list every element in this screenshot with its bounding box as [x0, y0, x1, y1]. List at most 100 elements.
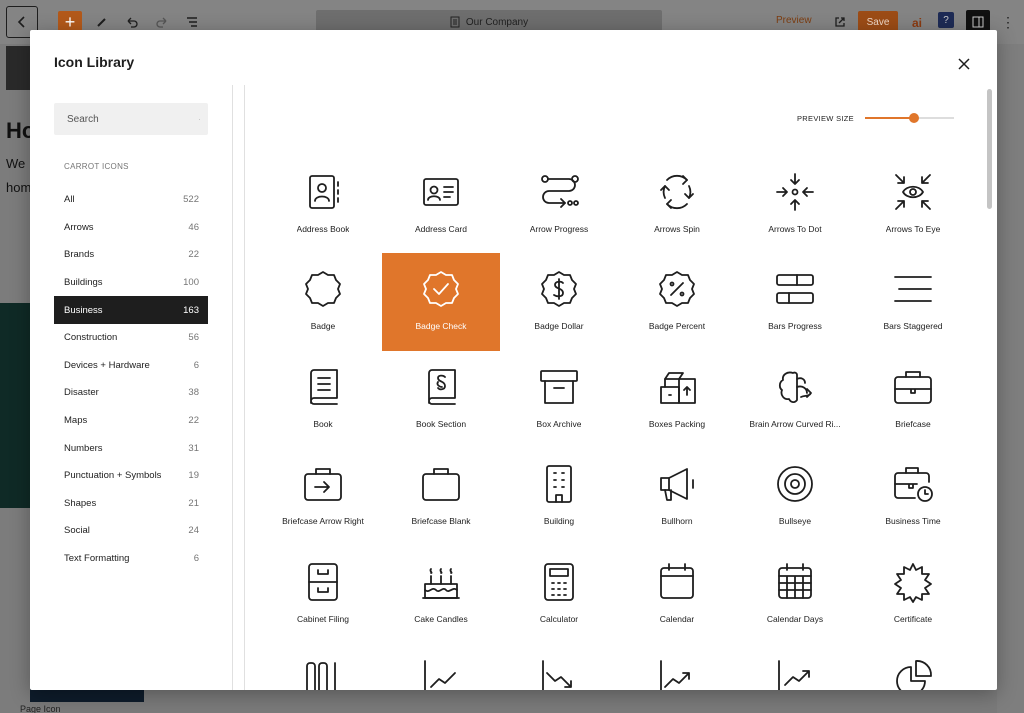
book-icon	[310, 368, 338, 405]
icon-tile-badge-percent[interactable]: Badge Percent	[618, 253, 736, 350]
icon-tile-bullseye[interactable]: Bullseye	[736, 448, 854, 545]
category-item-disaster[interactable]: Disaster 38	[54, 379, 208, 407]
editor-settings-panel	[997, 44, 1024, 713]
bullseye-icon	[777, 466, 813, 503]
category-item-numbers[interactable]: Numbers 31	[54, 434, 208, 462]
icon-label: Badge Check	[415, 321, 467, 332]
icon-label: Badge Percent	[648, 321, 706, 332]
icon-label: Bars Staggered	[883, 321, 943, 332]
breadcrumb: Page Icon	[20, 704, 61, 713]
icon-tile-arrow-progress[interactable]: Arrow Progress	[500, 156, 618, 253]
icon-label: Calendar	[659, 613, 695, 624]
badge-dollar-icon	[541, 271, 577, 308]
icon-tile-badge-dollar[interactable]: Badge Dollar	[500, 253, 618, 350]
arrows-to-dot-icon	[776, 173, 814, 211]
icon-tile-briefcase[interactable]: Briefcase	[854, 351, 972, 448]
category-item-all[interactable]: All 522	[54, 186, 208, 214]
icon-tile-calendar[interactable]: Calendar	[618, 546, 736, 643]
category-item-buildings[interactable]: Buildings 100	[54, 269, 208, 297]
canvas-image	[6, 46, 30, 90]
icon-label: Bullseye	[778, 516, 812, 527]
search-icon[interactable]	[199, 113, 200, 126]
edit-tool-button[interactable]	[92, 12, 112, 32]
category-item-devices-hardware[interactable]: Devices + Hardware 6	[54, 352, 208, 380]
icon-tile-business-time[interactable]: Business Time	[854, 448, 972, 545]
grid-scrollbar[interactable]	[983, 85, 997, 690]
search-field[interactable]	[54, 103, 208, 135]
close-button[interactable]	[954, 54, 974, 74]
view-external-button[interactable]	[830, 12, 850, 32]
icon-tile-cabinet-filing[interactable]: Cabinet Filing	[264, 546, 382, 643]
icon-label: Arrows Spin	[654, 224, 700, 234]
category-item-shapes[interactable]: Shapes 21	[54, 490, 208, 518]
redo-button[interactable]	[152, 12, 172, 32]
category-label: Devices + Hardware	[64, 359, 150, 371]
category-item-social[interactable]: Social 24	[54, 517, 208, 545]
icon-tile-briefcase-arrow-right[interactable]: Briefcase Arrow Right	[264, 448, 382, 545]
category-item-text-formatting[interactable]: Text Formatting 6	[54, 545, 208, 573]
icon-library-modal: Icon Library CARROT ICONS All 522 Arrows 46…	[30, 30, 997, 690]
icon-tile-badge-check[interactable]: Badge Check	[382, 253, 500, 351]
building-icon	[546, 465, 572, 504]
category-label: Punctuation + Symbols	[64, 470, 162, 482]
icon-tile-book[interactable]: Book	[264, 351, 382, 448]
category-item-maps[interactable]: Maps 22	[54, 407, 208, 435]
box-archive-icon	[540, 369, 578, 404]
icon-tile-arrows-to-dot[interactable]: Arrows To Dot	[736, 156, 854, 253]
icon-tile-calendar-days[interactable]: Calendar Days	[736, 546, 854, 643]
icon-tile-address-book[interactable]: Address Book	[264, 156, 382, 253]
undo-icon	[127, 17, 138, 28]
preview-size-slider[interactable]	[865, 113, 954, 123]
icon-tile-briefcase-blank[interactable]: Briefcase Blank	[382, 448, 500, 545]
icon-tile-bars-staggered[interactable]: Bars Staggered	[854, 253, 972, 350]
bars-progress-icon	[776, 274, 814, 305]
icon-tile-cake-candles[interactable]: Cake Candles	[382, 546, 500, 643]
canvas-dark-section	[0, 303, 30, 508]
chart-columns-icon	[306, 662, 336, 690]
category-item-punctuation-symbols[interactable]: Punctuation + Symbols 19	[54, 462, 208, 490]
category-item-arrows[interactable]: Arrows 46	[54, 214, 208, 242]
icon-tile-boxes-packing[interactable]: Boxes Packing	[618, 351, 736, 448]
cabinet-filing-icon	[308, 562, 338, 601]
canvas-text-2: hom	[6, 180, 32, 195]
scrollbar-thumb[interactable]	[987, 89, 992, 209]
slider-thumb[interactable]	[908, 113, 919, 123]
icon-label: Address Card	[415, 224, 467, 234]
category-label: Maps	[64, 415, 88, 427]
preview-link[interactable]: Preview	[776, 15, 812, 26]
undo-button[interactable]	[122, 12, 142, 32]
help-button[interactable]: ?	[938, 12, 954, 28]
category-item-business[interactable]: Business 163	[54, 296, 208, 324]
more-options-button[interactable]: ⋮	[1000, 12, 1016, 32]
chart-line-up-icon	[660, 660, 690, 690]
icon-tile-chart-mixed-up[interactable]	[736, 643, 854, 690]
icon-tile-box-archive[interactable]: Box Archive	[500, 351, 618, 448]
icon-tile-chart-columns[interactable]	[264, 643, 382, 690]
icon-tile-address-card[interactable]: Address Card	[382, 156, 500, 253]
briefcase-icon	[894, 370, 932, 404]
icon-tile-book-section[interactable]: Book Section	[382, 351, 500, 448]
icon-tile-badge[interactable]: Badge	[264, 253, 382, 350]
icon-tile-bullhorn[interactable]: Bullhorn	[618, 448, 736, 545]
certificate-icon	[894, 562, 932, 603]
icon-tile-bars-progress[interactable]: Bars Progress	[736, 253, 854, 350]
category-item-construction[interactable]: Construction 56	[54, 324, 208, 352]
list-view-button[interactable]	[182, 12, 202, 32]
icon-tile-brain-arrow-curved-right[interactable]: Brain Arrow Curved Ri...	[736, 351, 854, 448]
category-count: 21	[188, 497, 199, 509]
badge-icon	[305, 271, 341, 308]
icon-tile-chart-pie[interactable]	[854, 643, 972, 690]
icon-tile-building[interactable]: Building	[500, 448, 618, 545]
icon-tile-arrows-spin[interactable]: Arrows Spin	[618, 156, 736, 253]
search-input[interactable]	[67, 113, 199, 125]
chart-pie-icon	[896, 660, 932, 690]
icon-tile-chart-line[interactable]	[382, 643, 500, 690]
icon-label: Badge	[310, 321, 336, 332]
icon-tile-certificate[interactable]: Certificate	[854, 546, 972, 643]
category-item-brands[interactable]: Brands 22	[54, 241, 208, 269]
icon-tile-calculator[interactable]: Calculator	[500, 546, 618, 643]
icon-tile-arrows-to-eye[interactable]: Arrows To Eye	[854, 156, 972, 253]
icon-tile-chart-line-down[interactable]	[500, 643, 618, 690]
icon-label: Bars Progress	[768, 321, 822, 332]
icon-tile-chart-line-up[interactable]	[618, 643, 736, 690]
